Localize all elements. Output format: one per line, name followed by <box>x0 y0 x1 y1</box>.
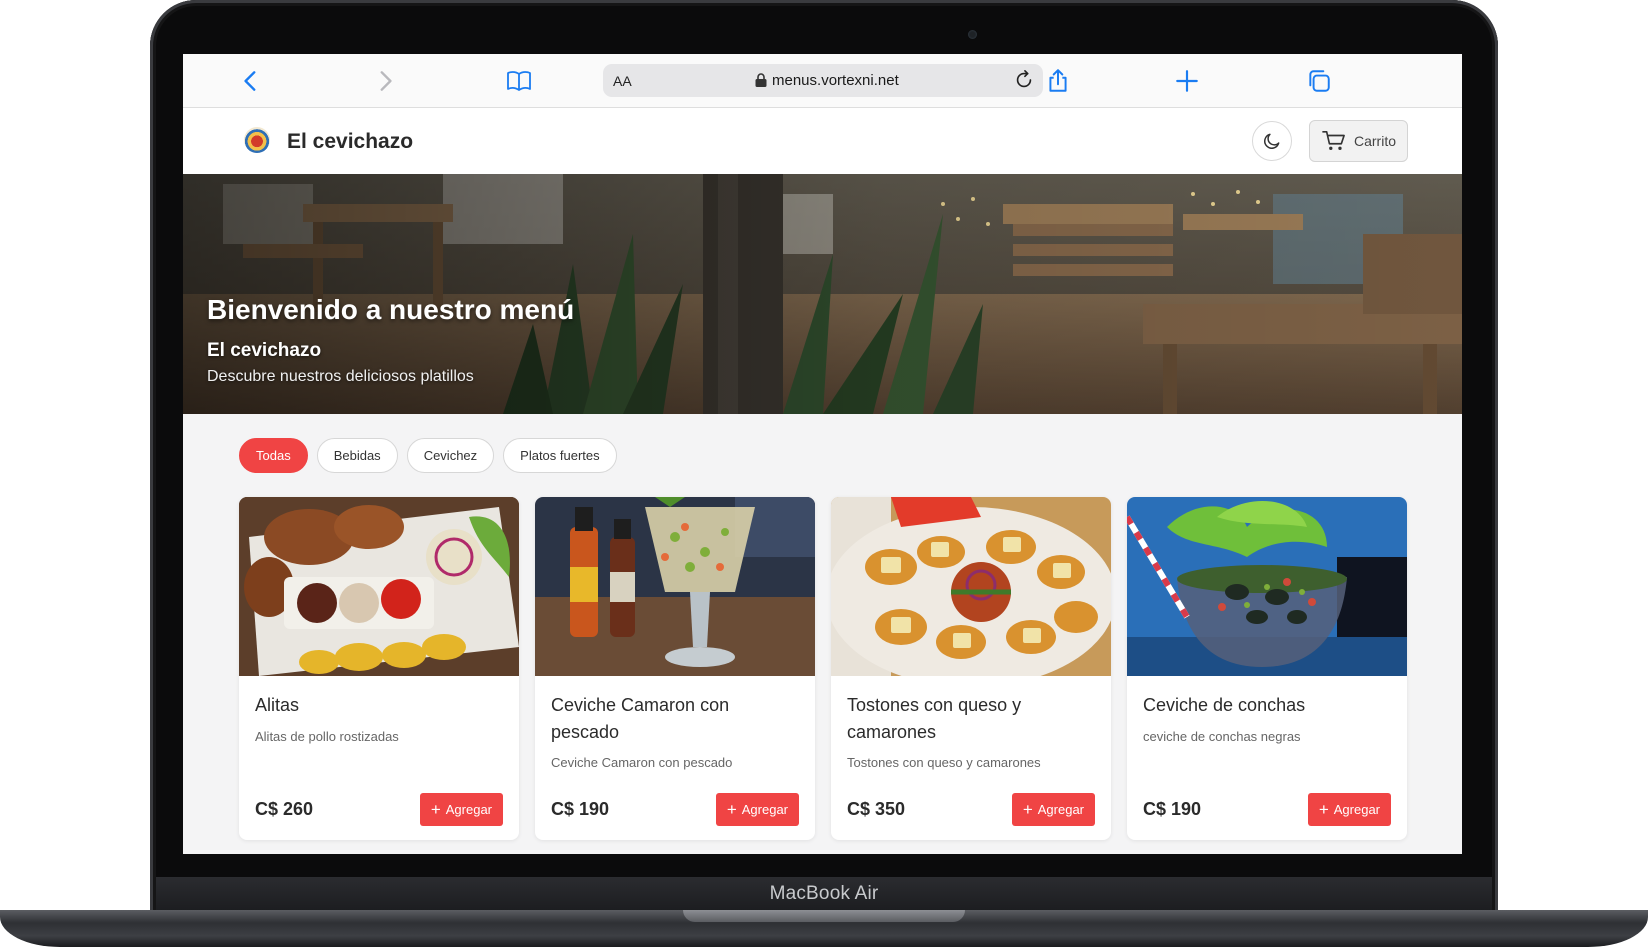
product-image-alitas <box>239 497 519 676</box>
filter-platos-fuertes[interactable]: Platos fuertes <box>503 438 617 473</box>
url-text: menus.vortexni.net <box>772 72 899 89</box>
product-price: C$ 190 <box>1143 799 1202 819</box>
product-description: Tostones con queso y camarones <box>847 755 1041 770</box>
hero-subtitle: Descubre nuestros deliciosos platillos <box>207 368 474 385</box>
add-button-label: Agregar <box>1037 802 1084 817</box>
new-tab-icon[interactable] <box>1173 67 1201 95</box>
product-card[interactable]: Ceviche de conchas ceviche de conchas ne… <box>1127 497 1407 840</box>
restaurant-logo[interactable] <box>244 127 270 153</box>
hero-title: Bienvenido a nuestro menú <box>207 294 575 325</box>
filter-todas[interactable]: Todas <box>239 438 308 473</box>
plus-icon: + <box>1318 799 1329 819</box>
cart-icon <box>1322 131 1345 150</box>
product-title: Alitas <box>255 695 300 715</box>
product-description: Alitas de pollo rostizadas <box>255 729 399 744</box>
camera-icon <box>968 30 977 39</box>
hero-banner: Bienvenido a nuestro menú El cevichazo D… <box>183 174 1462 414</box>
filter-cevichez[interactable]: Cevichez <box>406 438 495 473</box>
add-to-cart-button[interactable]: + Agregar <box>715 793 799 826</box>
hero-restaurant-name: El cevichazo <box>207 340 322 361</box>
browser-toolbar: AA menus.vortexni.net <box>183 54 1462 108</box>
product-image-ceviche-conchas <box>1127 497 1407 676</box>
text-size-button[interactable]: AA <box>613 73 632 89</box>
product-price: C$ 190 <box>551 799 610 819</box>
product-title: Tostones con queso y camarones <box>847 695 1022 742</box>
add-button-label: Agregar <box>741 802 788 817</box>
cart-label: Carrito <box>1354 133 1397 149</box>
laptop-chin: MacBook Air <box>156 877 1492 913</box>
forward-icon[interactable] <box>371 67 399 95</box>
moon-icon <box>1264 133 1280 149</box>
product-card[interactable]: Tostones con queso y camarones Tostones … <box>831 497 1111 840</box>
bookmarks-icon[interactable] <box>505 67 533 95</box>
plus-icon: + <box>1022 799 1033 819</box>
add-to-cart-button[interactable]: + Agregar <box>419 793 503 826</box>
product-image-ceviche-camaron <box>535 497 815 676</box>
share-icon[interactable] <box>1044 67 1072 95</box>
back-icon[interactable] <box>237 67 265 95</box>
product-card[interactable]: Ceviche Camaron con pescado Ceviche Cama… <box>535 497 815 840</box>
product-card[interactable]: Alitas Alitas de pollo rostizadas C$ 260… <box>239 497 519 840</box>
add-to-cart-button[interactable]: + Agregar <box>1011 793 1095 826</box>
app-header: El cevichazo Carrito <box>183 108 1462 174</box>
add-to-cart-button[interactable]: + Agregar <box>1307 793 1391 826</box>
device-label: MacBook Air <box>769 883 879 904</box>
reload-icon[interactable] <box>1013 69 1035 91</box>
product-image-tostones <box>831 497 1111 676</box>
product-description: Ceviche Camaron con pescado <box>551 755 733 770</box>
add-button-label: Agregar <box>445 802 492 817</box>
cart-button[interactable]: Carrito <box>1309 120 1408 162</box>
category-filters: Todas Bebidas Cevichez Platos fuertes <box>239 438 617 473</box>
laptop-notch <box>683 910 965 922</box>
product-price: C$ 350 <box>847 799 906 819</box>
screen: AA menus.vortexni.net El cevichazo Carri… <box>183 54 1462 854</box>
product-title: Ceviche de conchas <box>1143 695 1306 715</box>
filter-bebidas[interactable]: Bebidas <box>316 438 398 473</box>
brand-name[interactable]: El cevichazo <box>287 130 413 154</box>
theme-toggle-button[interactable] <box>1252 121 1292 161</box>
tabs-icon[interactable] <box>1305 67 1333 95</box>
product-price: C$ 260 <box>255 799 314 819</box>
add-button-label: Agregar <box>1333 802 1380 817</box>
lock-icon <box>755 73 767 87</box>
product-title: Ceviche Camaron con pescado <box>551 695 730 742</box>
address-bar[interactable]: AA menus.vortexni.net <box>603 64 1043 97</box>
product-description: ceviche de conchas negras <box>1143 729 1301 744</box>
product-grid: Alitas Alitas de pollo rostizadas C$ 260… <box>239 497 1407 840</box>
plus-icon: + <box>726 799 737 819</box>
plus-icon: + <box>430 799 441 819</box>
